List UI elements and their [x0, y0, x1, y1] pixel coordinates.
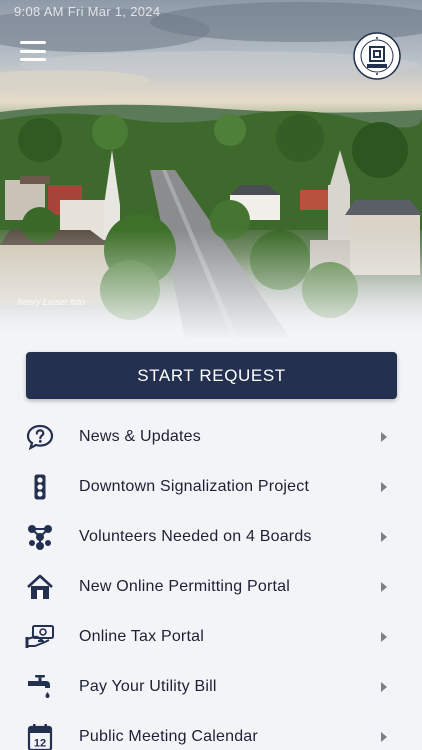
list-item-label: Online Tax Portal — [79, 628, 204, 645]
list-item-meeting-calendar[interactable]: 12 Public Meeting Calendar — [0, 712, 422, 750]
list-item-permitting-portal[interactable]: New Online Permitting Portal — [0, 562, 422, 612]
chevron-right-icon — [381, 682, 387, 692]
calendar-icon: 12 — [25, 722, 55, 750]
chevron-right-icon — [381, 632, 387, 642]
photo-credit: henry Leiser foto — [18, 297, 86, 307]
menu-list: News & Updates Downtown Signalization Pr… — [0, 412, 422, 750]
list-item-label: Pay Your Utility Bill — [79, 678, 217, 695]
question-bubble-icon — [25, 422, 55, 452]
list-item-label: News & Updates — [79, 428, 201, 445]
traffic-light-icon — [25, 472, 55, 502]
svg-text:12: 12 — [34, 738, 46, 750]
chevron-right-icon — [381, 532, 387, 542]
list-item-online-tax-portal[interactable]: Online Tax Portal — [0, 612, 422, 662]
app-screen: 9:08 AM Fri Mar 1, 2024 henry Leiser fot… — [0, 0, 422, 750]
village-seal-logo — [353, 32, 401, 80]
list-item-label: Volunteers Needed on 4 Boards — [79, 528, 312, 545]
hamburger-menu-icon[interactable] — [20, 41, 46, 61]
start-request-button[interactable]: START REQUEST — [26, 352, 397, 399]
chevron-right-icon — [381, 582, 387, 592]
people-network-icon — [25, 522, 55, 552]
list-item-utility-bill[interactable]: Pay Your Utility Bill — [0, 662, 422, 712]
water-faucet-icon — [25, 672, 55, 702]
status-bar-text: 9:08 AM Fri Mar 1, 2024 — [14, 4, 161, 19]
list-item-label: New Online Permitting Portal — [79, 578, 291, 595]
list-item-downtown-signalization[interactable]: Downtown Signalization Project — [0, 462, 422, 512]
list-item-label: Downtown Signalization Project — [79, 478, 310, 495]
list-item-label: Public Meeting Calendar — [79, 728, 258, 745]
house-icon — [25, 572, 55, 602]
money-hand-icon — [25, 622, 55, 652]
chevron-right-icon — [381, 482, 387, 492]
hero-fade-overlay — [0, 230, 422, 338]
list-item-news-updates[interactable]: News & Updates — [0, 412, 422, 462]
chevron-right-icon — [381, 432, 387, 442]
chevron-right-icon — [381, 732, 387, 742]
list-item-volunteers-needed[interactable]: Volunteers Needed on 4 Boards — [0, 512, 422, 562]
